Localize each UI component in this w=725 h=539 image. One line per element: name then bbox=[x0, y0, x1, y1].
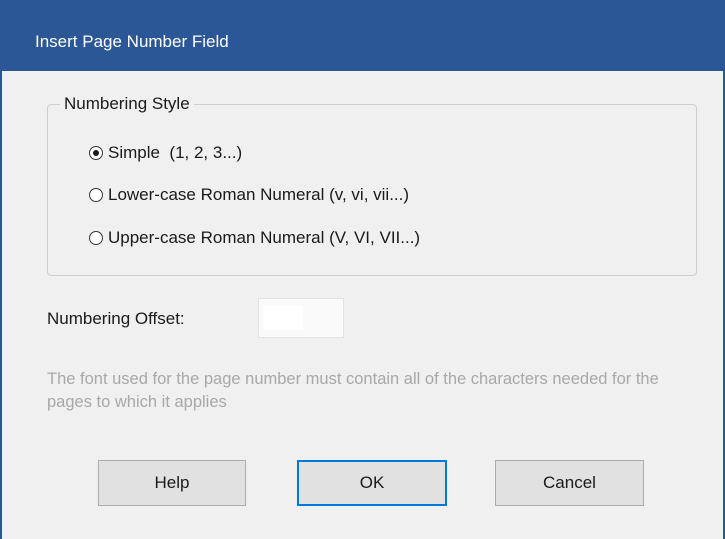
radio-button-unchecked[interactable] bbox=[89, 231, 103, 245]
radio-upper-roman-label: Upper-case Roman Numeral (V, VI, VII...) bbox=[108, 228, 421, 247]
radio-button-unchecked[interactable] bbox=[89, 188, 103, 202]
ok-button[interactable]: OK bbox=[297, 460, 447, 506]
numbering-style-legend: Numbering Style bbox=[60, 94, 194, 114]
dialog-title: Insert Page Number Field bbox=[35, 32, 229, 51]
window-border-left bbox=[0, 71, 2, 539]
dialog-titlebar[interactable]: Insert Page Number Field bbox=[0, 0, 725, 71]
insert-page-number-dialog: Insert Page Number Field Numbering Style… bbox=[0, 0, 725, 539]
numbering-offset-input[interactable] bbox=[258, 298, 344, 338]
cancel-button[interactable]: Cancel bbox=[495, 460, 644, 506]
font-note: The font used for the page number must c… bbox=[47, 370, 659, 411]
radio-upper-roman[interactable]: Upper-case Roman Numeral (V, VI, VII...) bbox=[89, 227, 420, 249]
radio-lower-roman-label: Lower-case Roman Numeral (v, vi, vii...) bbox=[108, 185, 410, 204]
radio-button-checked[interactable] bbox=[89, 146, 103, 160]
numbering-offset-label: Numbering Offset: bbox=[47, 309, 185, 328]
radio-lower-roman[interactable]: Lower-case Roman Numeral (v, vi, vii...) bbox=[89, 184, 409, 206]
numbering-offset-value bbox=[263, 306, 303, 330]
help-button[interactable]: Help bbox=[98, 460, 246, 506]
radio-simple[interactable]: Simple (1, 2, 3...) bbox=[89, 142, 242, 164]
radio-simple-label: Simple (1, 2, 3...) bbox=[108, 143, 243, 162]
